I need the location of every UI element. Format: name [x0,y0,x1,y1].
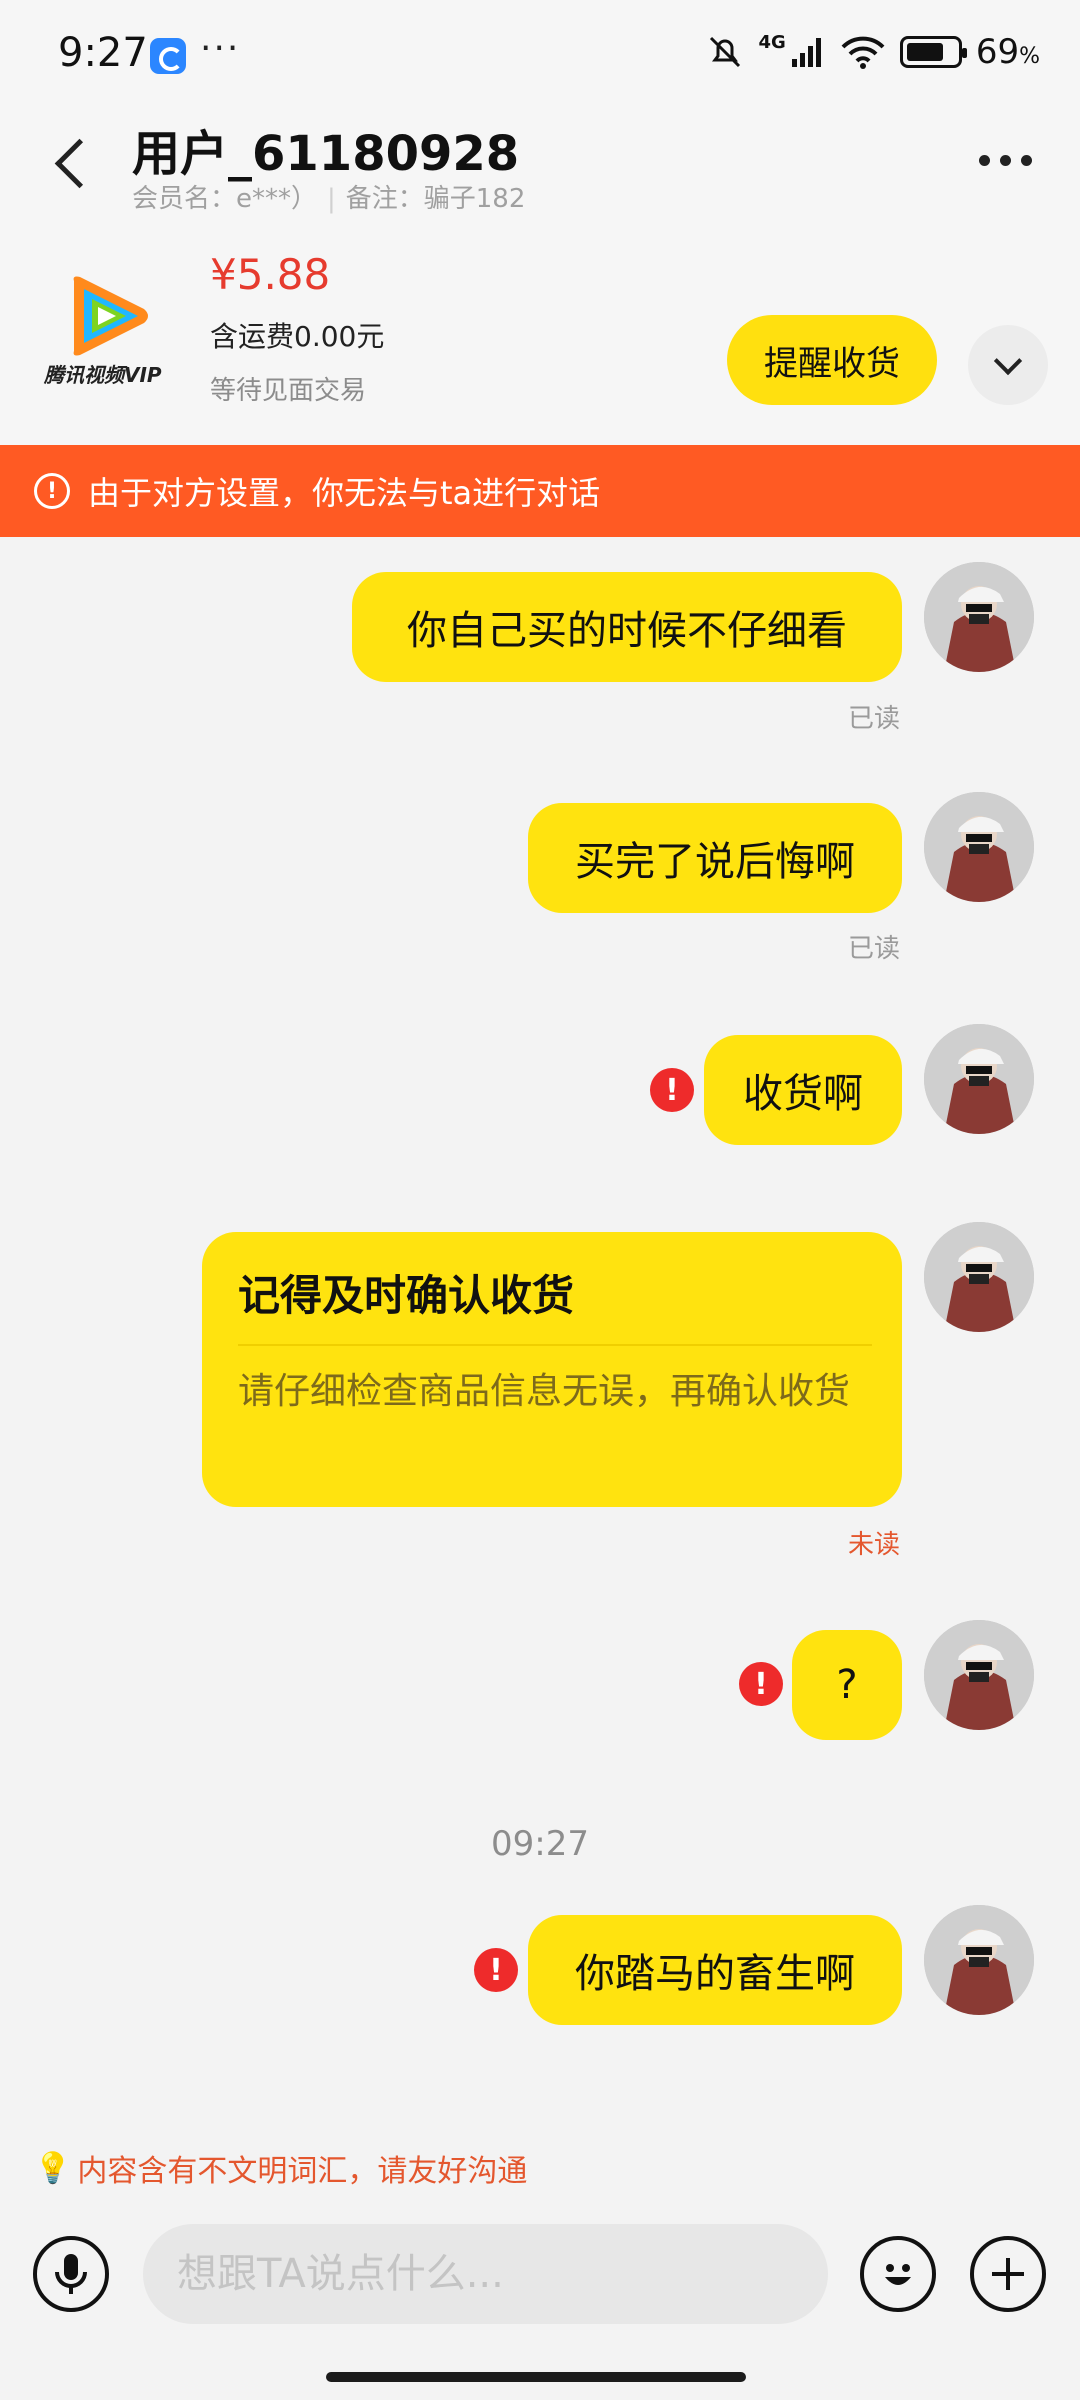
message-bubble[interactable]: ? [792,1630,902,1740]
subtitle-divider: | [327,184,336,214]
chat-timestamp: 09:27 [491,1824,589,1864]
message-bubble[interactable]: 买完了说后悔啊 [528,803,902,913]
product-logo: 腾讯视频VIP [40,275,175,395]
confirm-receipt-card[interactable]: 记得及时确认收货 请仔细检查商品信息无误，再确认收货 [202,1232,902,1507]
civility-text: 内容含有不文明词汇，请友好沟通 [77,2154,528,2189]
message-bubble[interactable]: 你自己买的时候不仔细看 [352,572,902,682]
message-bubble[interactable]: 你踏马的畜生啊 [528,1915,902,2025]
banner-text: 由于对方设置，你无法与ta进行对话 [88,474,601,512]
remind-receipt-button[interactable]: 提醒收货 [727,315,937,405]
order-card[interactable]: 腾讯视频VIP ¥5.88 含运费0.00元 等待见面交易 提醒收货 [0,220,1080,445]
chat-subtitle: 会员名：e***） | 备注：骗子182 [132,178,525,215]
alert-icon: ! [34,473,70,509]
member-name: 会员名：e***） [132,184,317,214]
mute-bell-icon [709,36,740,68]
network-type: 4G [758,32,786,53]
play-logo-icon [73,276,148,356]
avatar[interactable] [924,1620,1034,1730]
avatar[interactable] [924,1222,1034,1332]
more-notifications-icon: ··· [200,28,241,69]
microphone-icon[interactable] [33,2236,109,2312]
avatar[interactable] [924,1905,1034,2015]
civility-notice: 💡 内容含有不文明词汇，请友好沟通 [34,2146,527,2190]
card-body: 请仔细检查商品信息无误，再确认收货 [238,1371,851,1412]
back-arrow-icon[interactable] [40,132,100,192]
chevron-down-icon[interactable] [968,325,1048,405]
battery-icon [899,36,967,68]
restriction-banner: ! 由于对方设置，你无法与ta进行对话 [0,445,1080,537]
order-status: 等待见面交易 [210,376,367,406]
input-bar [0,2220,1080,2360]
avatar[interactable] [924,792,1034,902]
logo-text: 腾讯视频VIP [44,363,162,387]
avatar[interactable] [924,562,1034,672]
status-bar: 9:27 ··· 4G 69% [0,0,1080,110]
app-notification-icon [150,38,186,74]
message-bubble[interactable]: 收货啊 [704,1035,902,1145]
error-icon[interactable]: ! [739,1662,783,1706]
chat-header: 用户_61180928 会员名：e***） | 备注：骗子182 [0,110,1080,220]
error-icon[interactable]: ! [650,1068,694,1112]
bulb-icon: 💡 [34,2150,72,2186]
user-note: 备注：骗子182 [345,184,526,214]
error-icon[interactable]: ! [474,1948,518,1992]
read-status: 已读 [848,704,901,734]
emoji-icon[interactable] [860,2236,936,2312]
card-title: 记得及时确认收货 [238,1271,575,1320]
more-icon[interactable] [970,140,1040,180]
card-divider [238,1344,872,1346]
message-input[interactable] [143,2224,828,2324]
status-icons: 4G 69% [705,32,1040,72]
status-time: 9:27 [58,30,148,76]
plus-icon[interactable] [970,2236,1046,2312]
order-price: ¥5.88 [210,250,331,299]
avatar[interactable] [924,1024,1034,1134]
read-status: 未读 [848,1530,901,1560]
home-indicator[interactable] [326,2372,746,2382]
signal-icon [791,38,821,67]
battery-level: 69% [975,32,1040,72]
chat-title: 用户_61180928 [132,126,520,182]
shipping-fee: 含运费0.00元 [210,320,385,353]
read-status: 已读 [848,934,901,964]
wifi-icon [841,36,885,69]
